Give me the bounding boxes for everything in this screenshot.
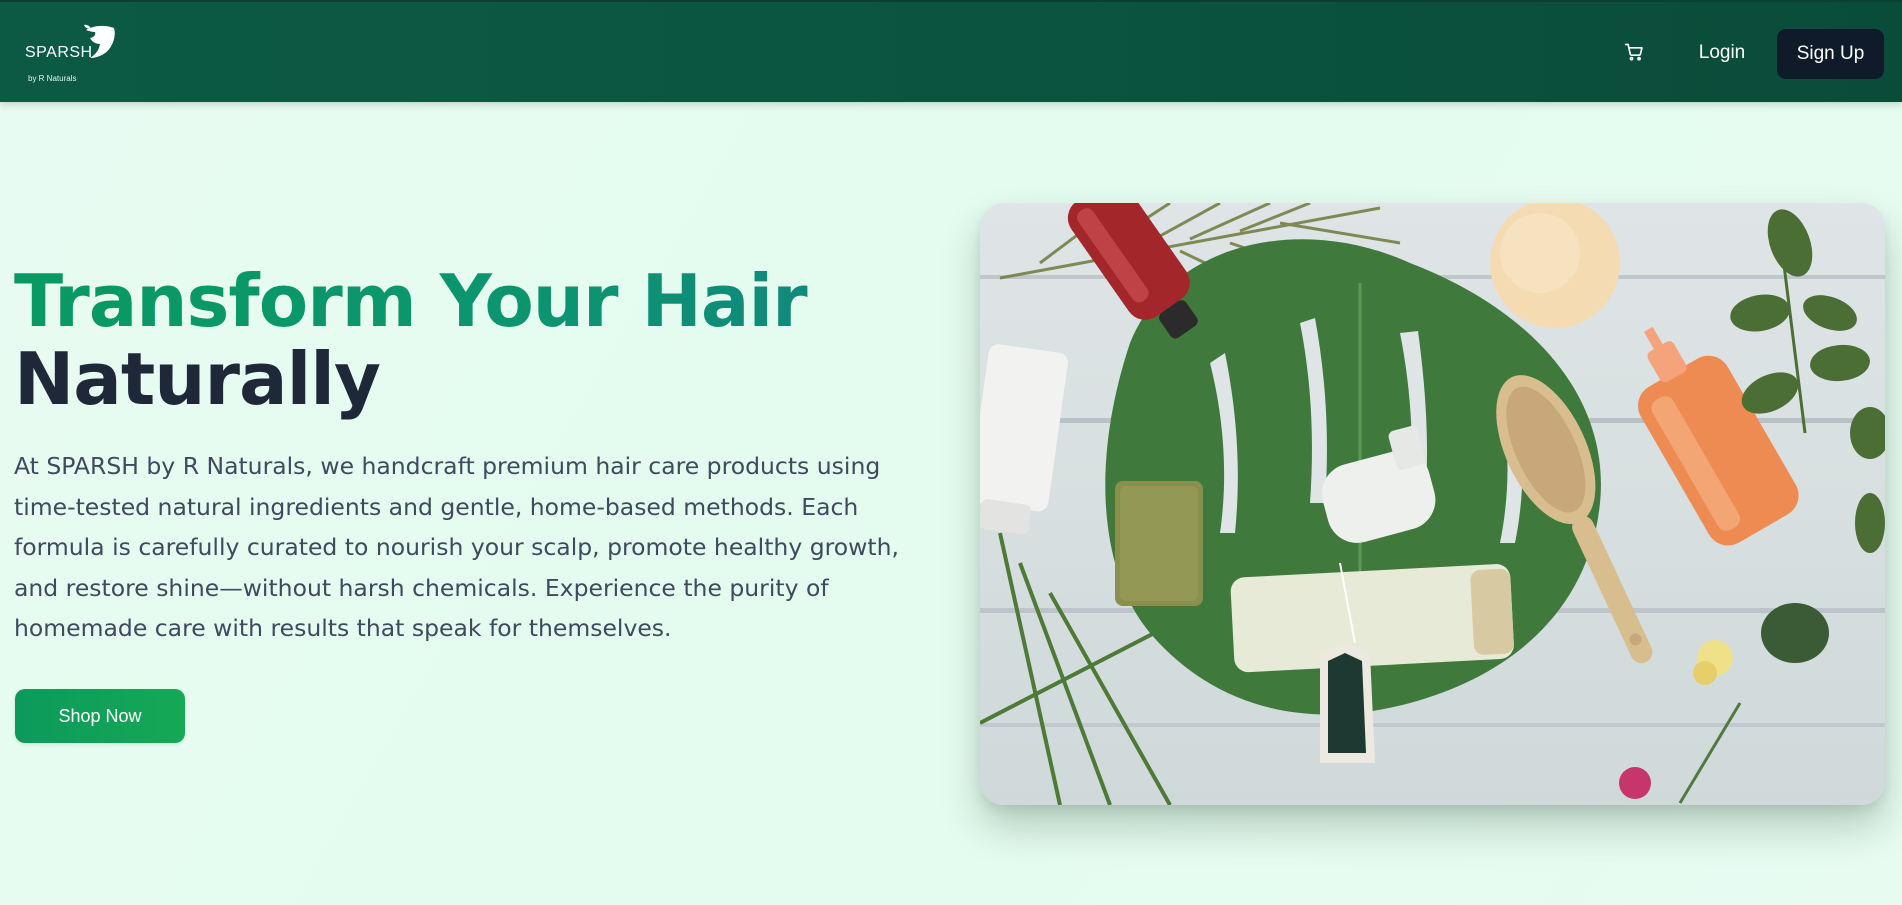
shop-now-button[interactable]: Shop Now bbox=[15, 689, 185, 743]
hero-title-line2: Naturally bbox=[14, 337, 381, 421]
hero-description: At SPARSH by R Naturals, we handcraft pr… bbox=[14, 452, 899, 642]
hero-title-line1: Transform Your Hair bbox=[14, 262, 914, 340]
logo-subtitle: by R Naturals bbox=[28, 74, 77, 83]
login-button[interactable]: Login bbox=[1680, 33, 1764, 73]
face-profile-icon bbox=[84, 24, 115, 58]
top-navbar: SPARSH by R Naturals Login Sign Up bbox=[0, 0, 1902, 102]
product-flatlay-illustration bbox=[980, 203, 1885, 805]
signup-button[interactable]: Sign Up bbox=[1777, 29, 1884, 79]
hero-product-image bbox=[980, 203, 1885, 805]
hero-title: Transform Your Hair Naturally bbox=[14, 262, 914, 418]
brand-logo[interactable]: SPARSH by R Naturals bbox=[20, 22, 130, 88]
cart-button[interactable] bbox=[1620, 38, 1648, 66]
cart-icon bbox=[1624, 43, 1643, 61]
